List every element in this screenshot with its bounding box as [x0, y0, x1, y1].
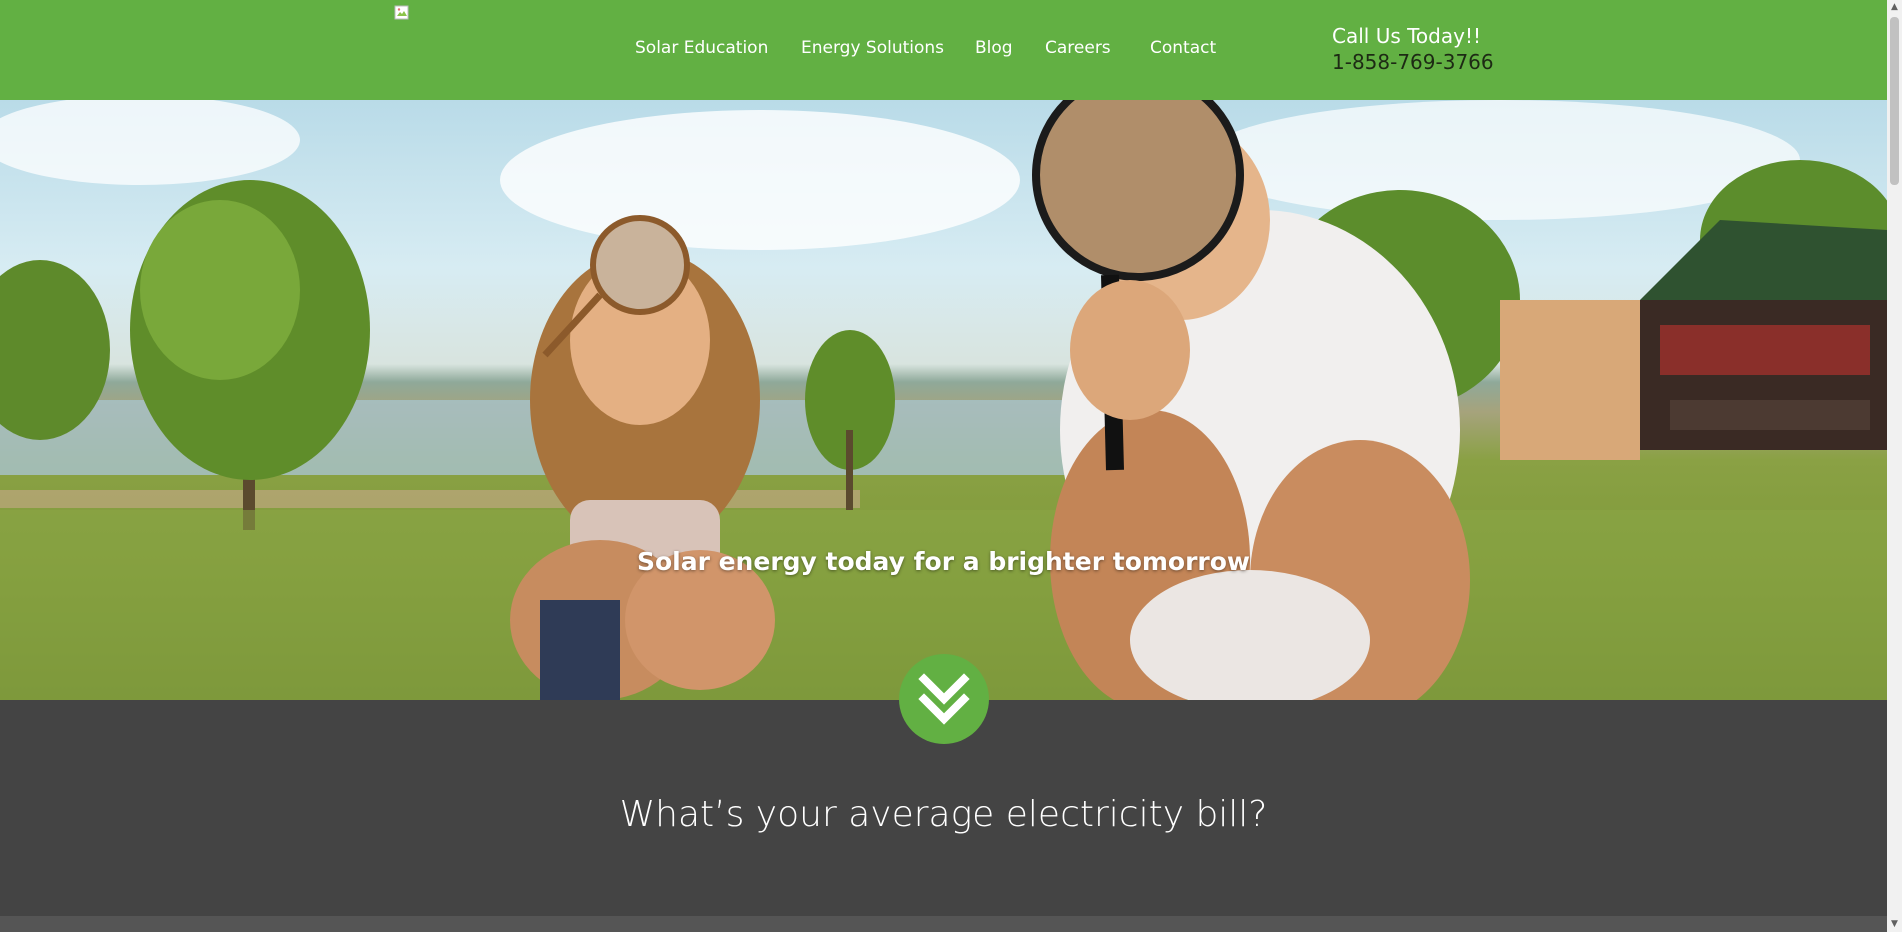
section-title: What’s your average electricity bill?: [619, 794, 1268, 835]
hero-photo: [0, 100, 1887, 700]
scroll-down-button[interactable]: [899, 654, 989, 744]
next-section-edge: [0, 916, 1887, 932]
hero-caption: Solar energy today for a brighter tomorr…: [636, 547, 1251, 576]
nav-blog[interactable]: Blog: [975, 38, 1013, 58]
scroll-thumb[interactable]: [1890, 17, 1899, 185]
hero-banner: Solar energy today for a brighter tomorr…: [0, 100, 1887, 700]
site-header: Solar Education Energy Solutions Blog Ca…: [0, 0, 1887, 100]
call-us-label: Call Us Today!!: [1332, 24, 1481, 48]
nav-energy-solutions[interactable]: Energy Solutions: [801, 38, 944, 58]
page-scrollbar[interactable]: ▲ ▼: [1887, 0, 1902, 932]
scroll-down-icon[interactable]: ▼: [1887, 917, 1902, 932]
page: Solar Education Energy Solutions Blog Ca…: [0, 0, 1902, 932]
nav-solar-education[interactable]: Solar Education: [635, 38, 768, 58]
double-chevron-down-icon: [918, 673, 970, 725]
phone-number[interactable]: 1-858-769-3766: [1332, 50, 1494, 74]
nav-careers[interactable]: Careers: [1045, 38, 1111, 58]
logo-image[interactable]: [394, 5, 410, 21]
nav-contact[interactable]: Contact: [1150, 38, 1216, 58]
scroll-up-icon[interactable]: ▲: [1887, 0, 1902, 15]
